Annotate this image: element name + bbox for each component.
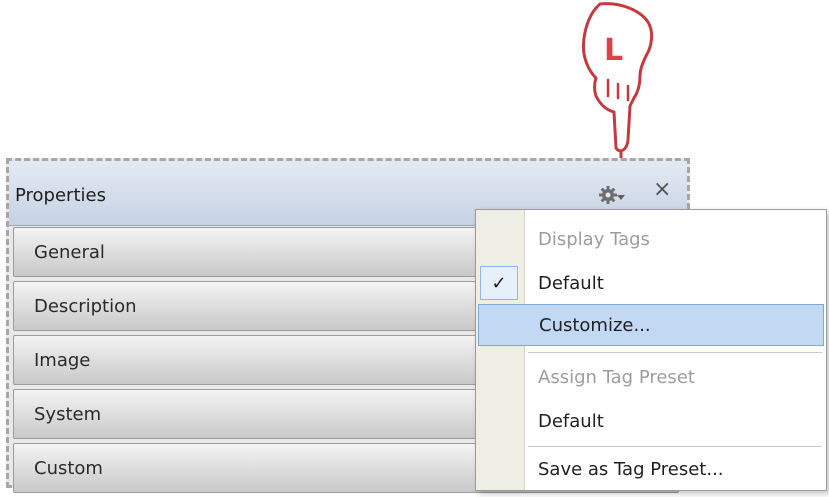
menu-item-label: Save as Tag Preset... [538,458,724,480]
panel-title: Properties [15,185,106,206]
menu-item-display-default[interactable]: ✓ Default [476,262,826,304]
section-label: General [34,241,105,263]
hand-outline [582,2,654,153]
menu-item-label: Customize... [539,314,651,336]
menu-item-customize[interactable]: Customize... [478,304,824,346]
close-icon[interactable]: × [653,177,671,202]
menu-item-label: Default [538,272,604,294]
context-menu: Display Tags ✓ Default Customize... Assi… [475,209,827,491]
click-letter: L [604,33,623,68]
section-label: System [34,403,102,425]
menu-header-label: Display Tags [538,228,650,250]
gear-icon[interactable] [597,183,627,207]
menu-separator [528,446,822,447]
section-label: Description [34,295,137,317]
menu-item-assign-default[interactable]: Default [476,400,826,442]
section-label: Image [34,349,91,371]
menu-item-label: Default [538,410,604,432]
checkmark-icon: ✓ [480,266,518,300]
menu-header-display-tags: Display Tags [476,218,826,260]
menu-header-assign-preset: Assign Tag Preset [476,356,826,398]
menu-item-save-preset[interactable]: Save as Tag Preset... [476,448,826,490]
menu-header-label: Assign Tag Preset [538,366,695,388]
menu-separator [528,352,822,353]
section-label: Custom [34,457,103,479]
